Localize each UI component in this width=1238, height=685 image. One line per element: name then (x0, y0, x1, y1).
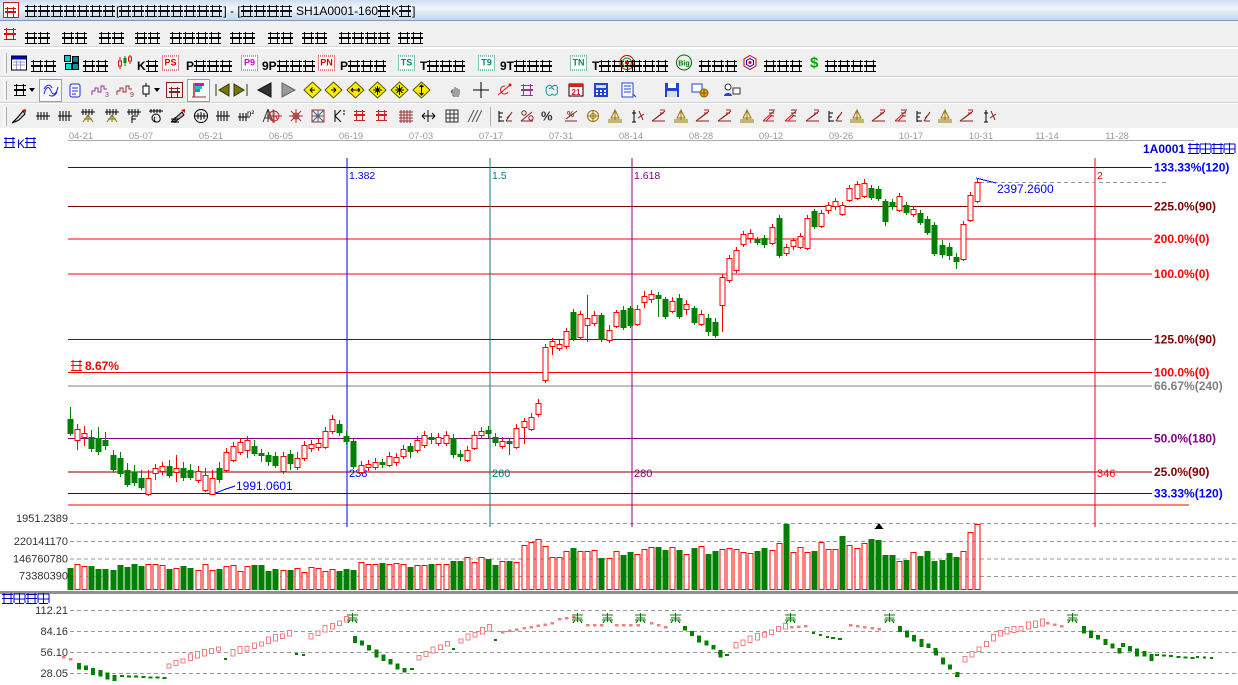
svg-text:33.33%(120): 33.33%(120) (1154, 487, 1223, 501)
svg-text:28.05: 28.05 (40, 668, 68, 680)
svg-text:1951.2389: 1951.2389 (16, 513, 68, 525)
svg-text:225.0%(90): 225.0%(90) (1154, 200, 1216, 214)
svg-text:1.618: 1.618 (634, 170, 660, 182)
svg-text:112.21: 112.21 (35, 605, 68, 617)
svg-text:3: 3 (105, 92, 109, 98)
svg-text:n²: n² (247, 109, 254, 118)
svg-text:146760780: 146760780 (13, 554, 68, 566)
svg-text:84.16: 84.16 (40, 626, 68, 638)
svg-text:100.0%(0): 100.0%(0) (1154, 267, 1209, 281)
svg-text:100.0%(0): 100.0%(0) (1154, 366, 1209, 380)
svg-text:50.0%(180): 50.0%(180) (1154, 432, 1216, 446)
svg-text:238: 238 (349, 468, 367, 480)
svg-text:260: 260 (492, 468, 510, 480)
svg-text:125.0%(90): 125.0%(90) (1154, 333, 1216, 347)
svg-text:1.5: 1.5 (492, 170, 507, 182)
svg-text:21: 21 (572, 88, 581, 97)
svg-text:8.67%: 8.67% (85, 359, 119, 373)
svg-text:2: 2 (1097, 170, 1103, 182)
svg-text:1A0001: 1A0001 (1143, 142, 1185, 156)
svg-text:200.0%(0): 200.0%(0) (1154, 232, 1209, 246)
svg-text:25.0%(90): 25.0%(90) (1154, 465, 1209, 479)
svg-text:%: % (567, 110, 574, 119)
svg-text:280: 280 (634, 468, 652, 480)
svg-text:9: 9 (130, 92, 134, 98)
svg-text:220141170: 220141170 (14, 536, 68, 548)
svg-text:66.67%(240): 66.67%(240) (1154, 379, 1223, 393)
svg-text:346: 346 (1097, 468, 1115, 480)
svg-text:1991.0601: 1991.0601 (236, 479, 293, 493)
svg-text:2397.2600: 2397.2600 (997, 182, 1054, 196)
svg-text:1.382: 1.382 (349, 170, 375, 182)
svg-text:K: K (17, 137, 25, 151)
svg-text:73380390: 73380390 (19, 571, 68, 583)
svg-text:133.33%(120): 133.33%(120) (1154, 161, 1229, 175)
svg-text:Big: Big (678, 60, 689, 67)
